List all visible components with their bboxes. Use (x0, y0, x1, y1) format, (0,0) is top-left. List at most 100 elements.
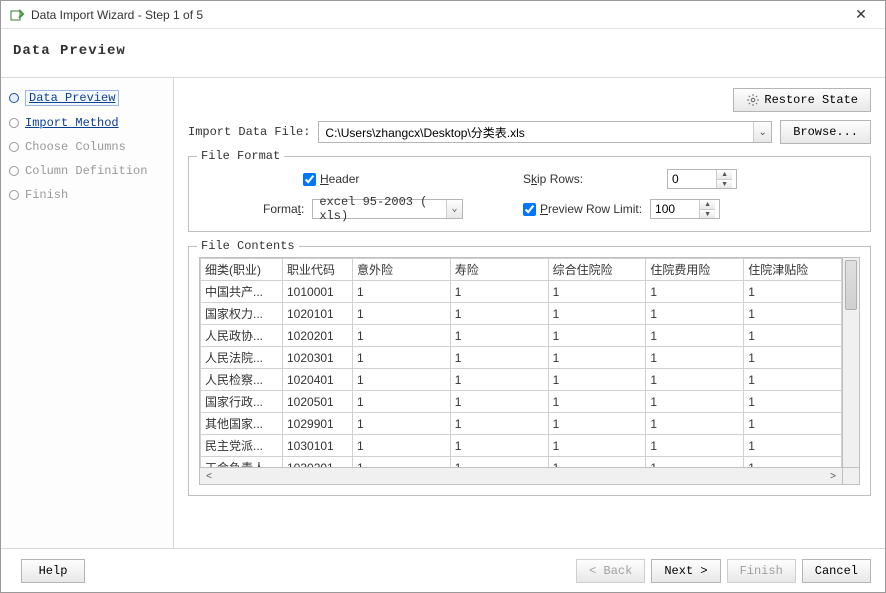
import-file-input[interactable] (319, 122, 753, 142)
scroll-left-icon[interactable]: < (202, 471, 216, 482)
table-row[interactable]: 国家行政...102050111111 (201, 391, 842, 413)
import-file-row: Import Data File: ⌄ Browse... (188, 120, 871, 144)
table-cell: 其他国家... (201, 413, 283, 435)
table-cell: 1 (744, 391, 842, 413)
finish-button[interactable]: Finish (727, 559, 796, 583)
preview-limit-label: Preview Row Limit: (540, 202, 642, 216)
preview-limit-input[interactable] (651, 202, 699, 216)
scroll-right-icon[interactable]: > (826, 471, 840, 482)
table-cell: 1 (450, 303, 548, 325)
skip-rows-input-wrap: ▲▼ (667, 169, 737, 189)
spin-down-icon[interactable]: ▼ (717, 179, 732, 188)
table-row[interactable]: 民主党派...103010111111 (201, 435, 842, 457)
table-row[interactable]: 工会负责人103020111111 (201, 457, 842, 468)
table-cell: 1 (646, 391, 744, 413)
content-panel: Restore State Import Data File: ⌄ Browse… (174, 78, 885, 563)
table-cell: 人民法院... (201, 347, 283, 369)
preview-limit-checkbox[interactable] (523, 203, 536, 216)
table-cell: 人民政协... (201, 325, 283, 347)
table-cell: 1 (744, 347, 842, 369)
preview-table-wrap: 细类(职业)职业代码意外险寿险综合住院险住院费用险住院津贴险 中国共产...10… (199, 257, 860, 485)
preview-table: 细类(职业)职业代码意外险寿险综合住院险住院费用险住院津贴险 中国共产...10… (200, 258, 842, 467)
header-checkbox-wrap[interactable]: Header (303, 172, 359, 186)
table-cell: 1 (450, 391, 548, 413)
table-cell: 1 (646, 325, 744, 347)
cancel-button[interactable]: Cancel (802, 559, 871, 583)
table-cell: 国家行政... (201, 391, 283, 413)
table-cell: 1 (646, 435, 744, 457)
table-cell: 1 (548, 457, 646, 468)
table-cell: 1 (353, 369, 451, 391)
back-button[interactable]: < Back (576, 559, 645, 583)
file-format-fieldset: File Format Header Skip Rows: ▲▼ (188, 156, 871, 232)
preview-table-scroll[interactable]: 细类(职业)职业代码意外险寿险综合住院险住院费用险住院津贴险 中国共产...10… (200, 258, 842, 467)
table-cell: 1 (353, 457, 451, 468)
column-header[interactable]: 住院费用险 (646, 259, 744, 281)
column-header[interactable]: 职业代码 (283, 259, 353, 281)
table-cell: 1 (744, 281, 842, 303)
table-cell: 1 (744, 457, 842, 468)
file-contents-legend: File Contents (197, 239, 299, 253)
table-cell: 1 (450, 435, 548, 457)
import-file-label: Import Data File: (188, 125, 310, 139)
file-dropdown-icon[interactable]: ⌄ (753, 122, 771, 142)
table-cell: 1 (353, 413, 451, 435)
column-header[interactable]: 细类(职业) (201, 259, 283, 281)
restore-state-button[interactable]: Restore State (733, 88, 871, 112)
close-icon[interactable]: ✕ (845, 4, 877, 26)
step-circle-icon (9, 190, 19, 200)
horizontal-scrollbar[interactable]: < > (200, 467, 842, 484)
table-cell: 1029901 (283, 413, 353, 435)
table-cell: 1030201 (283, 457, 353, 468)
column-header[interactable]: 寿险 (450, 259, 548, 281)
table-cell: 1020401 (283, 369, 353, 391)
table-cell: 1 (450, 281, 548, 303)
table-row[interactable]: 人民政协...102020111111 (201, 325, 842, 347)
table-cell: 1 (744, 413, 842, 435)
table-cell: 1 (646, 457, 744, 468)
file-format-legend: File Format (197, 149, 284, 163)
column-header[interactable]: 综合住院险 (548, 259, 646, 281)
table-row[interactable]: 国家权力...102010111111 (201, 303, 842, 325)
skip-rows-input[interactable] (668, 172, 716, 186)
column-header[interactable]: 住院津贴险 (744, 259, 842, 281)
table-cell: 1 (353, 325, 451, 347)
table-row[interactable]: 人民检察...102040111111 (201, 369, 842, 391)
table-cell: 1 (450, 369, 548, 391)
table-cell: 1020501 (283, 391, 353, 413)
spin-up-icon[interactable]: ▲ (717, 170, 732, 179)
header-checkbox[interactable] (303, 173, 316, 186)
restore-state-label: Restore State (764, 93, 858, 107)
next-button[interactable]: Next > (651, 559, 720, 583)
table-cell: 1 (548, 391, 646, 413)
format-select[interactable]: excel 95-2003 ( xls) ⌄ (312, 199, 463, 219)
spin-down-icon[interactable]: ▼ (700, 209, 715, 218)
wizard-step-2: Choose Columns (7, 138, 167, 156)
table-cell: 1 (450, 325, 548, 347)
main-area: Data PreviewImport MethodChoose ColumnsC… (1, 77, 885, 563)
column-header[interactable]: 意外险 (353, 259, 451, 281)
import-file-input-wrap: ⌄ (318, 121, 772, 143)
table-row[interactable]: 其他国家...102990111111 (201, 413, 842, 435)
preview-limit-checkbox-wrap[interactable]: Preview Row Limit: (523, 202, 642, 216)
table-cell: 1030101 (283, 435, 353, 457)
step-label: Data Preview (25, 90, 119, 106)
table-row[interactable]: 人民法院...102030111111 (201, 347, 842, 369)
table-row[interactable]: 中国共产...101000111111 (201, 281, 842, 303)
wizard-step-0[interactable]: Data Preview (7, 88, 167, 108)
browse-button[interactable]: Browse... (780, 120, 871, 144)
wizard-step-1[interactable]: Import Method (7, 114, 167, 132)
table-cell: 民主党派... (201, 435, 283, 457)
help-button[interactable]: Help (21, 559, 85, 583)
step-circle-icon (9, 93, 19, 103)
gear-icon (746, 93, 760, 107)
format-dropdown-icon[interactable]: ⌄ (446, 200, 462, 218)
step-label: Import Method (25, 116, 119, 130)
spin-up-icon[interactable]: ▲ (700, 200, 715, 209)
table-cell: 1 (744, 325, 842, 347)
scroll-thumb[interactable] (845, 260, 857, 310)
vertical-scrollbar[interactable] (842, 258, 859, 467)
title-bar: Data Import Wizard - Step 1 of 5 ✕ (1, 1, 885, 29)
table-cell: 1 (548, 347, 646, 369)
wizard-steps-sidebar: Data PreviewImport MethodChoose ColumnsC… (1, 78, 174, 563)
